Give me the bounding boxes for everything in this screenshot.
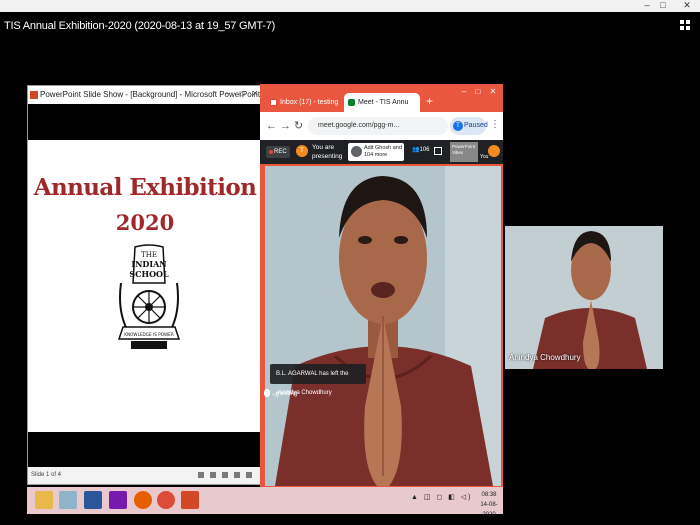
chrome-window: Inbox (17) - testing Meet - TIS Annu + –…: [260, 84, 503, 487]
chrome-maximize-button[interactable]: □: [474, 87, 482, 97]
self-avatar[interactable]: [488, 145, 500, 157]
seal-motto: KNOWLEDGE IS POWER: [124, 332, 174, 337]
powerpoint-window: PowerPoint Slide Show - [Background] - M…: [27, 85, 263, 485]
video-title: TIS Annual Exhibition-2020 (2020-08-13 a…: [4, 20, 276, 32]
recording-badge: REC: [266, 146, 290, 158]
ppt-maximize-button[interactable]: □: [238, 89, 246, 99]
participant-avatar: [351, 146, 362, 157]
address-bar[interactable]: meet.google.com/pgg-m...: [308, 117, 448, 135]
school-seal-logo: THE INDIAN SCHOOL KNOWLEDGE IS POWER: [117, 244, 181, 349]
view-reading-icon[interactable]: [222, 472, 228, 478]
chrome-minimize-button[interactable]: –: [460, 87, 468, 97]
participants-joined-card[interactable]: Adit Ghosh and 104 more: [348, 143, 404, 161]
presenting-status: You are presenting: [312, 144, 343, 160]
reload-icon[interactable]: ↻: [294, 119, 303, 133]
slide-letterbox-bottom: [28, 432, 262, 467]
chrome-menu-icon[interactable]: ⋮: [490, 119, 500, 130]
close-icon[interactable]: ✕: [680, 0, 694, 11]
tab-meet[interactable]: Meet - TIS Annu: [344, 93, 420, 112]
recording-label: REC: [274, 149, 287, 155]
maximize-icon[interactable]: □: [656, 0, 670, 11]
zoom-icon[interactable]: [246, 472, 252, 478]
microphone-icon: [264, 389, 270, 397]
presenter-avatar: T: [296, 145, 308, 157]
chat-icon[interactable]: [434, 147, 442, 155]
people-count[interactable]: 👥106: [412, 146, 430, 153]
taskbar-chrome-icon[interactable]: [157, 491, 175, 509]
ppt-view-controls[interactable]: [198, 472, 258, 480]
speaker-name-label: Anindya Chowdhury: [278, 390, 332, 396]
back-icon[interactable]: ←: [266, 119, 277, 133]
windows-taskbar: ▲ ◫ ◻ ◧ ◁) 08:38 14-08-2020: [27, 487, 503, 518]
slide-heading: Annual Exhibition: [33, 174, 257, 201]
powerpoint-icon: [30, 91, 38, 99]
profile-avatar: T: [453, 121, 463, 131]
speaker-video-frame: [265, 166, 501, 486]
clock-date: 14-08-2020: [480, 502, 498, 518]
view-normal-icon[interactable]: [198, 472, 204, 478]
chrome-tabbar: Inbox (17) - testing Meet - TIS Annu + –…: [260, 84, 503, 112]
taskbar-firefox-icon[interactable]: [134, 491, 152, 509]
view-slideshow-icon[interactable]: [234, 472, 240, 478]
system-tray-icons[interactable]: ▲ ◫ ◻ ◧ ◁): [411, 493, 472, 501]
taskbar-powerpoint-icon[interactable]: [181, 491, 199, 509]
slide-counter: Slide 1 of 4: [31, 472, 62, 478]
ppt-minimize-button[interactable]: –: [224, 89, 232, 99]
participant-left-notice: B.L. AGARWAL has left the meeting: [270, 364, 366, 397]
address-bar-url: meet.google.com/pgg-m...: [318, 122, 400, 129]
taskbar-file-explorer-icon[interactable]: [35, 491, 53, 509]
tab-meet-label: Meet - TIS Annu: [358, 99, 409, 106]
gmail-icon: [270, 99, 277, 106]
seal-line-2: INDIAN: [131, 259, 166, 269]
slide-year: 2020: [115, 210, 175, 235]
thumbnail-name-label: Anindya Chowdhury: [509, 353, 581, 362]
new-tab-button[interactable]: +: [426, 94, 433, 108]
view-sorter-icon[interactable]: [210, 472, 216, 478]
minimize-icon[interactable]: –: [640, 0, 654, 11]
seal-line-1: THE: [141, 251, 157, 259]
self-label: You: [480, 154, 489, 160]
meet-icon: [348, 99, 355, 106]
tab-gmail[interactable]: Inbox (17) - testing: [266, 93, 342, 112]
profile-status-label: Paused: [464, 122, 488, 129]
clock-time: 08:38: [481, 492, 497, 498]
slide-letterbox-top: [28, 104, 262, 140]
main-speaker-video: [265, 166, 501, 486]
profile-button[interactable]: T Paused: [450, 117, 488, 135]
chrome-toolbar: ← → ↻ meet.google.com/pgg-m... T Paused …: [260, 112, 503, 140]
seal-line-3: SCHOOL: [129, 269, 169, 279]
thumbnail-video-frame: [505, 226, 663, 369]
participant-thumbnail-video[interactable]: Anindya Chowdhury: [505, 226, 663, 369]
taskbar-onenote-icon[interactable]: [109, 491, 127, 509]
forward-icon[interactable]: →: [280, 119, 291, 133]
tab-gmail-label: Inbox (17) - testing: [280, 99, 339, 106]
ppt-close-button[interactable]: ✕: [251, 89, 259, 99]
people-count-value: 106: [419, 147, 430, 153]
meet-top-bar: REC T You are presenting Adit Ghosh and …: [260, 140, 503, 164]
taskbar-notepad-icon[interactable]: [59, 491, 77, 509]
presentation-thumbnail[interactable]: PowerPoint Vibes: [450, 142, 478, 162]
taskbar-word-icon[interactable]: [84, 491, 102, 509]
grid-layout-icon[interactable]: [680, 20, 692, 32]
participants-joined-text: Adit Ghosh and 104 more: [364, 145, 402, 158]
taskbar-clock[interactable]: 08:38 14-08-2020: [475, 490, 503, 520]
window-top-strip: – □ ✕: [0, 0, 700, 12]
chrome-close-button[interactable]: ✕: [489, 87, 497, 97]
